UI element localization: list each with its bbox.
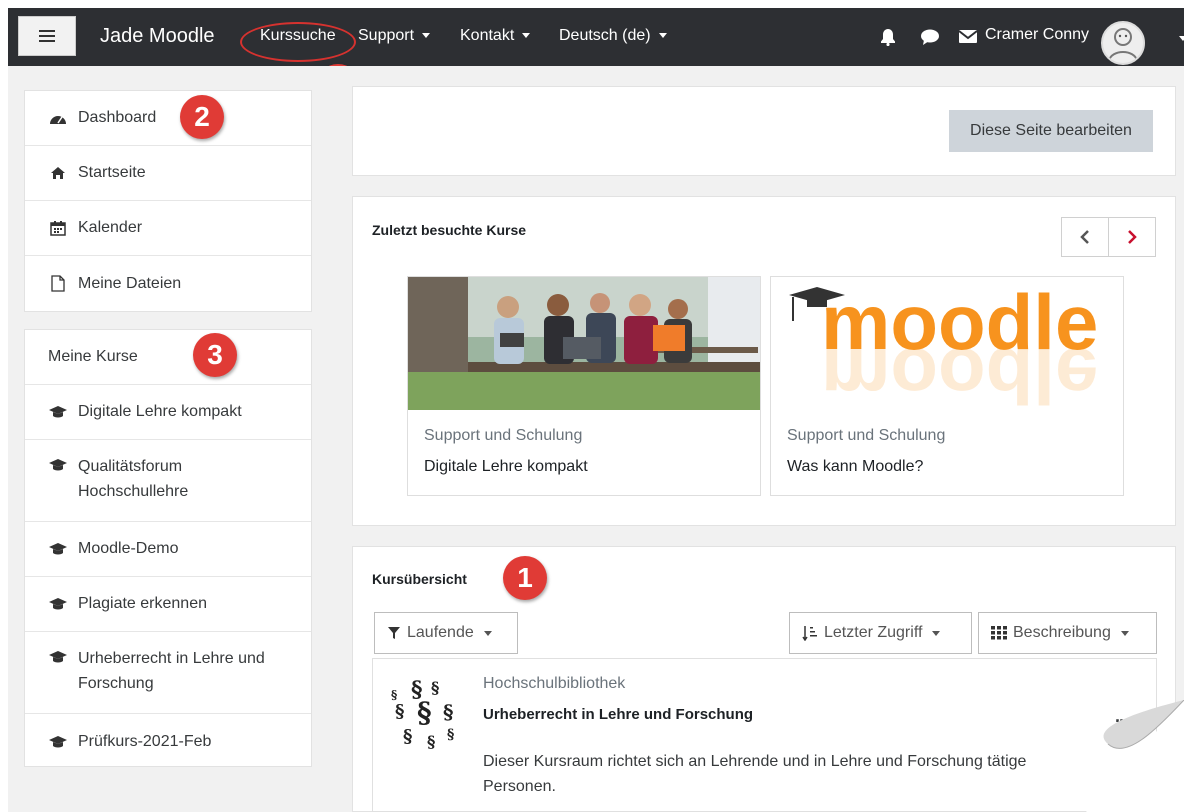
user-menu-chevron-icon[interactable] bbox=[1179, 36, 1184, 41]
graduation-cap-icon bbox=[48, 458, 68, 472]
svg-text:§: § bbox=[417, 696, 432, 729]
mail-icon[interactable] bbox=[958, 28, 978, 49]
graduation-cap-icon bbox=[48, 735, 68, 749]
graduation-cap-icon bbox=[48, 650, 68, 664]
svg-text:§: § bbox=[443, 700, 453, 724]
nav-link-support[interactable]: Support bbox=[358, 27, 431, 45]
svg-text:§: § bbox=[395, 701, 404, 722]
course-image-students bbox=[408, 277, 760, 410]
chevron-down-icon bbox=[658, 33, 667, 39]
carousel-prev-button[interactable] bbox=[1061, 217, 1109, 257]
sort-label: Letzter Zugriff bbox=[824, 624, 923, 641]
course-category: Support und Schulung bbox=[787, 427, 946, 444]
course-label: Qualitätsforum Hochschullehre bbox=[78, 458, 189, 500]
page-curl-decoration bbox=[1086, 700, 1184, 812]
course-list-item[interactable]: § § § § § § § § § Hochschulbibliothek Ur… bbox=[372, 658, 1157, 812]
edit-page-button[interactable]: Diese Seite bearbeiten bbox=[949, 110, 1153, 152]
sort-icon bbox=[802, 626, 817, 641]
moodle-logo-reflection: moodle bbox=[821, 332, 1098, 410]
avatar[interactable] bbox=[1101, 21, 1145, 65]
sidebar-course-item[interactable]: Qualitätsforum Hochschullehre bbox=[25, 440, 311, 522]
callout-badge-1: 1 bbox=[503, 556, 547, 600]
sidebar-item-label: Kalender bbox=[78, 219, 143, 236]
view-label: Beschreibung bbox=[1013, 624, 1111, 641]
view-dropdown[interactable]: Beschreibung bbox=[978, 612, 1157, 654]
sidebar-item-label: Dashboard bbox=[78, 109, 157, 126]
svg-text:§: § bbox=[447, 727, 454, 743]
callout-badge-3: 3 bbox=[193, 333, 237, 377]
sidebar-item-label: Startseite bbox=[78, 164, 146, 181]
calendar-icon bbox=[48, 220, 68, 236]
course-overview-title: Kursübersicht bbox=[372, 571, 467, 587]
graduation-cap-icon bbox=[48, 597, 68, 611]
sidebar-course-item[interactable]: Prüfkurs-2021-Feb bbox=[25, 714, 311, 769]
course-name: Digitale Lehre kompakt bbox=[424, 458, 588, 475]
sidebar-item-label: Meine Dateien bbox=[78, 274, 182, 292]
course-label: Urheberrecht in Lehre und Forschung bbox=[78, 650, 265, 692]
nav-link-language[interactable]: Deutsch (de) bbox=[559, 27, 667, 45]
recent-course-card[interactable]: moodle moodle Support und Schulung Was k… bbox=[770, 276, 1124, 496]
my-courses-header[interactable]: Meine Kurse bbox=[25, 330, 311, 385]
graduation-cap-icon bbox=[48, 405, 68, 419]
course-name[interactable]: Urheberrecht in Lehre und Forschung bbox=[483, 706, 753, 723]
filter-icon bbox=[388, 627, 400, 639]
svg-text:§: § bbox=[427, 732, 435, 751]
user-name[interactable]: Cramer Conny bbox=[985, 26, 1089, 44]
course-name: Was kann Moodle? bbox=[787, 458, 924, 475]
chevron-left-icon bbox=[1080, 230, 1089, 244]
sidebar-item-kalender[interactable]: Kalender bbox=[25, 201, 311, 256]
sidebar-item-dashboard[interactable]: Dashboard bbox=[25, 91, 311, 146]
course-description: Dieser Kursraum richtet sich an Lehrende… bbox=[483, 753, 1027, 795]
sidebar-course-item[interactable]: Moodle-Demo bbox=[25, 522, 311, 577]
filter-label: Laufende bbox=[407, 624, 474, 641]
course-category: Support und Schulung bbox=[424, 427, 583, 444]
course-category: Hochschulbibliothek bbox=[483, 675, 626, 692]
sidebar-course-item[interactable]: Digitale Lehre kompakt bbox=[25, 385, 311, 440]
svg-text:§: § bbox=[431, 678, 439, 697]
sidebar-item-meine-dateien[interactable]: Meine Dateien bbox=[25, 256, 311, 311]
course-thumbnail-paragraph-symbols: § § § § § § § § § bbox=[381, 667, 471, 757]
recent-course-card[interactable]: Support und Schulung Digitale Lehre komp… bbox=[407, 276, 761, 496]
filter-dropdown[interactable]: Laufende bbox=[374, 612, 518, 654]
menu-icon bbox=[39, 30, 55, 42]
user-avatar-icon bbox=[1108, 28, 1138, 62]
top-navbar: Jade Moodle Kurssuche Support Kontakt De… bbox=[8, 8, 1184, 66]
chevron-right-icon bbox=[1128, 230, 1137, 244]
bell-icon[interactable] bbox=[880, 28, 896, 51]
sidebar-course-item[interactable]: Urheberrecht in Lehre und Forschung bbox=[25, 632, 311, 714]
file-icon bbox=[48, 275, 68, 292]
course-image-moodle-logo: moodle moodle bbox=[771, 277, 1123, 410]
chevron-down-icon bbox=[1120, 630, 1129, 636]
home-icon bbox=[48, 166, 68, 180]
chevron-down-icon bbox=[522, 33, 531, 39]
course-label: Plagiate erkennen bbox=[78, 595, 207, 612]
svg-text:§: § bbox=[391, 688, 397, 702]
sidebar-my-courses-block: Meine Kurse Digitale Lehre kompakt Quali… bbox=[24, 329, 312, 767]
chevron-down-icon bbox=[932, 630, 941, 636]
callout-badge-2: 2 bbox=[180, 95, 224, 139]
chevron-down-icon bbox=[483, 630, 492, 636]
recent-courses-title: Zuletzt besuchte Kurse bbox=[372, 222, 527, 238]
menu-toggle-button[interactable] bbox=[18, 16, 76, 56]
sidebar-item-startseite[interactable]: Startseite bbox=[25, 146, 311, 201]
course-label: Prüfkurs-2021-Feb bbox=[78, 732, 212, 750]
sidebar-nav-block: Dashboard Startseite Kalender Meine Date… bbox=[24, 90, 312, 312]
dashboard-icon bbox=[48, 111, 68, 125]
chat-icon[interactable] bbox=[920, 28, 940, 51]
course-label: Moodle-Demo bbox=[78, 540, 179, 557]
sidebar-course-item[interactable]: Plagiate erkennen bbox=[25, 577, 311, 632]
course-label: Digitale Lehre kompakt bbox=[78, 403, 242, 420]
chevron-down-icon bbox=[422, 33, 431, 39]
grid-view-icon bbox=[991, 626, 1007, 640]
highlight-circle bbox=[240, 22, 356, 62]
graduation-cap-icon bbox=[48, 542, 68, 556]
svg-text:§: § bbox=[403, 726, 412, 747]
nav-link-kontakt[interactable]: Kontakt bbox=[460, 27, 531, 45]
sort-dropdown[interactable]: Letzter Zugriff bbox=[789, 612, 972, 654]
carousel-next-button[interactable] bbox=[1108, 217, 1156, 257]
site-brand[interactable]: Jade Moodle bbox=[100, 25, 215, 48]
